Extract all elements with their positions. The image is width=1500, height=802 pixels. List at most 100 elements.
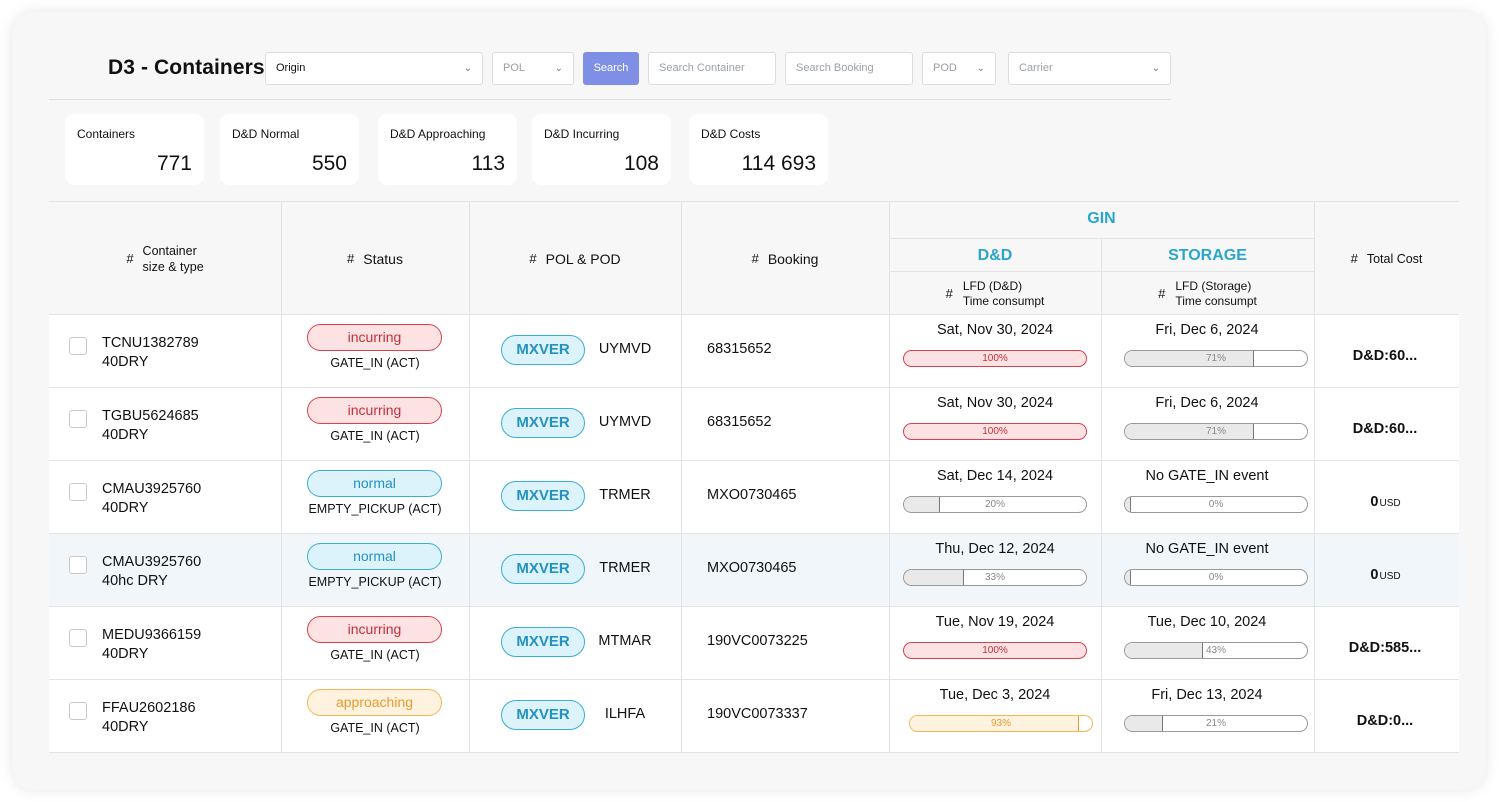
column-header-total-cost-label: Total Cost [1366,251,1423,266]
table-row[interactable]: MEDU9366159 40DRY incurring GATE_IN (ACT… [49,607,1459,680]
column-header-lfd-dd[interactable]: # LFD (D&D) Time consumpt [889,272,1101,315]
search-button[interactable]: Search [583,52,639,85]
column-header-pol-pod[interactable]: # POL & POD [469,202,681,315]
origin-select[interactable]: Origin ⌄ [265,52,483,85]
table-header: # Container size & type # Status # POL &… [49,201,1459,315]
pol-pod-cell: MXVER UYMVD [469,388,681,460]
pol-badge: MXVER [501,335,585,365]
pol-pod-cell: MXVER TRMER [469,461,681,533]
container-id: MEDU9366159 [102,627,202,643]
dd-progress-bar: 100% [903,423,1087,440]
stat-value: 550 [311,152,347,175]
progress-percent: 21% [1205,718,1226,729]
search-container-input[interactable]: Search Container [648,52,776,85]
total-cost-cell: 0USD [1314,461,1459,533]
column-header-total-cost[interactable]: # Total Cost [1314,202,1459,315]
chevron-down-icon: ⌄ [976,63,985,74]
pod-code: UYMVD [598,341,652,357]
lfd-dd-date: Tue, Dec 3, 2024 [939,687,1051,703]
container-id-type: MEDU9366159 40DRY [102,626,201,664]
stat-card-containers: Containers 771 [65,114,204,185]
stat-value: 108 [623,152,659,175]
row-checkbox[interactable] [69,337,87,355]
pol-pod-cell: MXVER MTMAR [469,607,681,679]
total-cost-unit: USD [1379,571,1401,582]
container-cell: MEDU9366159 40DRY [49,607,281,679]
table-row[interactable]: TCNU1382789 40DRY incurring GATE_IN (ACT… [49,315,1459,388]
stat-value: 771 [156,152,192,175]
container-type: 40DRY [102,646,149,662]
pod-code: TRMER [599,560,651,576]
sort-hash-icon: # [1350,251,1358,266]
lfd-dd-cell: Thu, Dec 12, 2024 33% [889,534,1101,606]
column-header-lfd-dd-line1: LFD (D&D) [962,278,1023,293]
lfd-dd-cell: Sat, Nov 30, 2024 100% [889,388,1101,460]
table-row[interactable]: TGBU5624685 40DRY incurring GATE_IN (ACT… [49,388,1459,461]
search-container-placeholder: Search Container [659,62,745,74]
pod-select[interactable]: POD ⌄ [922,52,996,85]
search-booking-input[interactable]: Search Booking [785,52,913,85]
pol-badge: MXVER [501,481,585,511]
table-row[interactable]: CMAU3925760 40DRY normal EMPTY_PICKUP (A… [49,461,1459,534]
stat-card-dd-incurring: D&D Incurring 108 [532,114,671,185]
column-header-pol-pod-label: POL & POD [545,250,621,267]
status-cell: normal EMPTY_PICKUP (ACT) [281,461,469,533]
container-cell: TGBU5624685 40DRY [49,388,281,460]
lfd-storage-date: Fri, Dec 6, 2024 [1155,322,1259,338]
total-cost-cell: 0USD [1314,534,1459,606]
sort-hash-icon: # [945,286,953,301]
total-cost-value: D&D:60... [1352,348,1418,364]
row-checkbox[interactable] [69,410,87,428]
dd-progress-bar: 100% [903,642,1087,659]
total-cost-cell: D&D:60... [1314,388,1459,460]
total-cost: D&D:0... [1314,713,1457,729]
table-row[interactable]: CMAU3925760 40hc DRY normal EMPTY_PICKUP… [49,534,1459,607]
search-booking-placeholder: Search Booking [796,62,874,74]
column-divider [1314,201,1315,753]
progress-percent: 93% [990,718,1011,729]
lfd-dd-date: Sat, Dec 14, 2024 [936,468,1054,484]
status-cell: normal EMPTY_PICKUP (ACT) [281,534,469,606]
column-header-status[interactable]: # Status [281,202,469,315]
container-type: 40DRY [102,719,149,735]
column-header-container-line1: Container [142,243,197,258]
row-checkbox[interactable] [69,702,87,720]
column-header-container[interactable]: # Container size & type [49,202,281,315]
sort-hash-icon: # [347,251,355,266]
lfd-storage-date: Fri, Dec 13, 2024 [1151,687,1263,703]
carrier-select[interactable]: Carrier ⌄ [1008,52,1171,85]
progress-percent: 71% [1205,353,1226,364]
table-row[interactable]: FFAU2602186 40DRY approaching GATE_IN (A… [49,680,1459,753]
column-divider [889,201,890,753]
column-divider [681,201,682,753]
containers-table: # Container size & type # Status # POL &… [49,201,1459,753]
lfd-dd-cell: Sat, Nov 30, 2024 100% [889,315,1101,387]
row-checkbox[interactable] [69,556,87,574]
stat-label: D&D Costs [701,127,761,141]
pod-select-placeholder: POD [933,62,957,74]
status-event: EMPTY_PICKUP (ACT) [308,575,442,589]
container-id: TCNU1382789 [102,335,199,351]
status-badge: approaching [307,689,442,716]
column-header-lfd-storage-label: LFD (Storage) Time consumpt [1175,279,1257,309]
dd-progress-bar: 100% [903,350,1087,367]
pol-select[interactable]: POL ⌄ [492,52,574,85]
total-cost-value: 0 [1370,494,1379,510]
booking-number: 190VC0073225 [707,633,808,649]
dd-progress-bar: 33% [903,569,1087,586]
row-checkbox[interactable] [69,629,87,647]
header-divider [49,99,1171,100]
lfd-dd-date: Sat, Nov 30, 2024 [936,395,1054,411]
lfd-dd-date: Sat, Nov 30, 2024 [936,322,1054,338]
pol-badge: MXVER [501,700,585,730]
total-cost: D&D:60... [1314,348,1457,364]
lfd-storage-cell: Fri, Dec 6, 2024 71% [1101,315,1314,387]
row-checkbox[interactable] [69,483,87,501]
progress-percent: 43% [1205,645,1226,656]
column-header-lfd-storage[interactable]: # LFD (Storage) Time consumpt [1101,272,1314,315]
dd-progress-bar: 93% [909,715,1093,732]
dd-progress-bar: 20% [903,496,1087,513]
total-cost-value: D&D:585... [1348,640,1422,656]
column-header-booking[interactable]: # Booking [681,202,889,315]
column-header-lfd-storage-line1: LFD (Storage) [1175,278,1252,293]
